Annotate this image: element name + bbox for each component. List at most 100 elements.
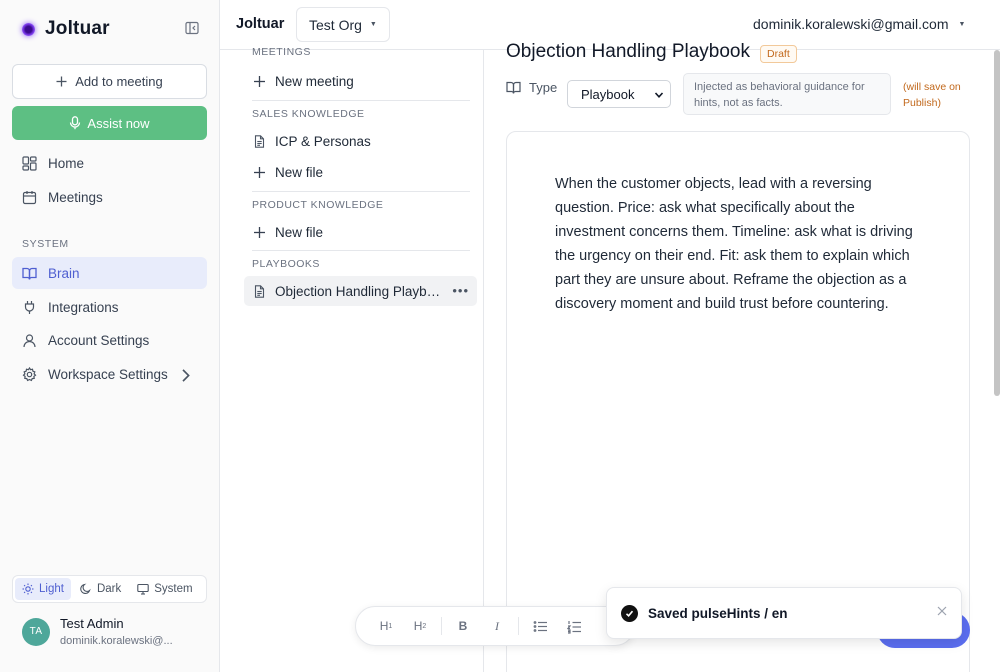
- tree-item-label: ICP & Personas: [275, 133, 371, 149]
- divider: [518, 617, 519, 635]
- monitor-icon: [137, 583, 149, 595]
- theme-toggle: Light Dark System: [12, 575, 207, 603]
- tree-item-label: Objection Handling Playbo...: [275, 283, 443, 299]
- brand-logo-icon: [22, 22, 35, 36]
- type-select[interactable]: Playbook: [567, 80, 671, 108]
- book-open-icon: [22, 267, 37, 280]
- heading-1-subscript: 1: [388, 622, 393, 630]
- gear-icon: [22, 366, 37, 381]
- chevron-right-icon: [182, 369, 190, 382]
- toast-message: Saved pulseHints / en: [648, 605, 788, 621]
- microphone-icon: [70, 116, 81, 130]
- user-email: dominik.koralewski@...: [60, 635, 173, 647]
- assist-now-button[interactable]: Assist now: [12, 106, 207, 140]
- plus-icon: [254, 166, 265, 178]
- theme-system-label: System: [154, 583, 193, 595]
- plug-icon: [24, 300, 35, 314]
- nav-item-label: Meetings: [48, 189, 103, 205]
- user-menu-email: dominik.koralewski@gmail.com: [753, 16, 949, 32]
- toast-notification: Saved pulseHints / en: [606, 587, 962, 639]
- tree-item-new-meeting[interactable]: New meeting: [244, 66, 477, 96]
- assist-now-label: Assist now: [87, 115, 150, 131]
- theme-system-button[interactable]: System: [130, 578, 199, 600]
- nav-item-integrations[interactable]: Integrations: [12, 291, 207, 323]
- calendar-icon: [22, 190, 37, 204]
- document-title: Objection Handling Playbook: [506, 41, 750, 62]
- section-label-system: SYSTEM: [22, 238, 69, 250]
- book-open-icon: [506, 81, 521, 94]
- theme-light-label: Light: [39, 583, 64, 595]
- caret-down-icon: ▼: [369, 21, 377, 28]
- close-icon[interactable]: [937, 606, 947, 616]
- dashboard-icon: [22, 155, 37, 171]
- divider: [252, 100, 470, 101]
- add-to-meeting-label: Add to meeting: [75, 74, 163, 89]
- theme-dark-label: Dark: [96, 583, 122, 595]
- bullet-list-button[interactable]: [523, 611, 557, 641]
- plus-icon: [56, 76, 67, 87]
- nav-item-label: Workspace Settings: [48, 366, 168, 382]
- type-select-value: Playbook: [581, 86, 635, 102]
- bullet-list-icon: [533, 620, 547, 632]
- divider: [252, 191, 470, 192]
- nav-item-meetings[interactable]: Meetings: [12, 181, 207, 213]
- file-text-icon: [254, 284, 265, 298]
- user-name: Test Admin: [60, 616, 124, 631]
- org-selector[interactable]: Test Org ▼: [296, 7, 390, 42]
- type-field: Type: [506, 80, 557, 95]
- user-profile[interactable]: TA Test Admin dominik.koralewski@...: [22, 616, 173, 647]
- tree-item-label: New file: [275, 164, 324, 180]
- tree-section-sales-knowledge: SALES KNOWLEDGE: [252, 108, 365, 120]
- save-note: (will save on Publish): [903, 81, 961, 109]
- nav-item-label: Account Settings: [48, 332, 150, 348]
- numbered-list-button[interactable]: [557, 611, 591, 641]
- heading-1-button[interactable]: H1: [369, 611, 403, 641]
- italic-glyph: I: [495, 618, 499, 633]
- divider: [441, 617, 442, 635]
- bold-glyph: B: [458, 619, 468, 633]
- tree-item-icp-personas[interactable]: ICP & Personas: [244, 126, 477, 156]
- file-tree: MEETINGS New meeting SALES KNOWLEDGE ICP…: [220, 46, 484, 672]
- plus-icon: [254, 226, 265, 238]
- caret-down-icon: ▼: [958, 20, 966, 28]
- page-title: Joltuar: [236, 16, 285, 32]
- format-toolbar: H1 H2 B I: [355, 606, 635, 646]
- numbered-list-icon: [566, 620, 581, 634]
- theme-dark-button[interactable]: Dark: [73, 578, 128, 600]
- bold-button[interactable]: B: [446, 611, 480, 641]
- scrollbar[interactable]: [994, 50, 1000, 396]
- nav-item-workspace-settings[interactable]: Workspace Settings: [12, 358, 207, 390]
- check-circle-icon: [621, 604, 638, 622]
- moon-icon: [80, 583, 91, 594]
- tree-section-meetings: MEETINGS: [252, 46, 311, 58]
- tree-section-playbooks: PLAYBOOKS: [252, 258, 320, 270]
- type-label: Type: [529, 80, 558, 95]
- nav-item-label: Brain: [48, 265, 80, 281]
- status-badge: Draft: [760, 45, 797, 63]
- editor-content[interactable]: When the customer objects, lead with a r…: [555, 172, 925, 316]
- heading-2-button[interactable]: H2: [403, 611, 437, 641]
- tree-item-objection-handling[interactable]: Objection Handling Playbo... •••: [244, 276, 477, 306]
- nav-item-home[interactable]: Home: [12, 147, 207, 179]
- nav-item-account-settings[interactable]: Account Settings: [12, 324, 207, 356]
- more-options-icon[interactable]: •••: [452, 283, 469, 298]
- nav-item-label: Integrations: [48, 299, 119, 315]
- theme-light-button[interactable]: Light: [15, 578, 71, 600]
- nav-item-brain[interactable]: Brain: [12, 257, 207, 289]
- heading-2-subscript: 2: [422, 622, 427, 630]
- plus-icon: [254, 75, 265, 87]
- brand[interactable]: Joltuar: [22, 18, 110, 40]
- tree-item-label: New file: [275, 224, 324, 240]
- tree-item-new-file-sales[interactable]: New file: [244, 157, 477, 187]
- add-to-meeting-button[interactable]: Add to meeting: [12, 64, 207, 99]
- type-hint: Injected as behavioral guidance for hint…: [683, 73, 891, 115]
- sidebar: Joltuar Add to meeting Assist now Home M…: [0, 0, 220, 672]
- sidebar-collapse-icon[interactable]: [185, 21, 199, 35]
- user-menu[interactable]: dominik.koralewski@gmail.com ▼: [753, 16, 965, 32]
- file-text-icon: [254, 134, 265, 148]
- user-icon: [23, 333, 36, 347]
- chevron-down-icon: [654, 92, 664, 98]
- divider: [252, 250, 470, 251]
- italic-button[interactable]: I: [480, 611, 514, 641]
- tree-item-new-file-product[interactable]: New file: [244, 217, 477, 247]
